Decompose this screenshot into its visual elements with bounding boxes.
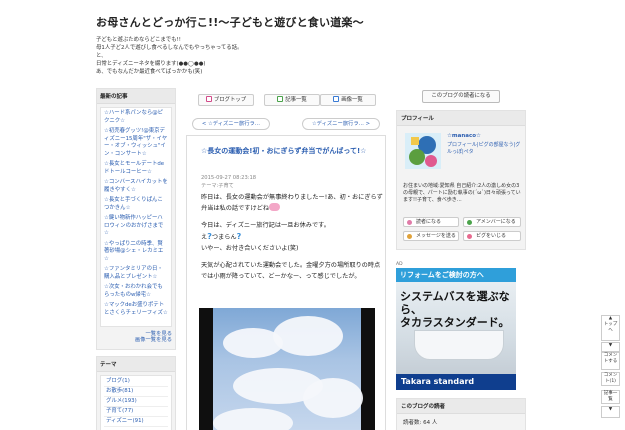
page-down-button[interactable]: ▼ — [601, 342, 620, 352]
profile-box: プロフィール ☆manaco☆ プロフィール|ピグの部屋なう|グルっぽ|ペタ お… — [396, 110, 526, 250]
image-icon — [333, 96, 340, 102]
article-photo[interactable] — [199, 308, 375, 430]
sky-photo-image — [213, 308, 363, 430]
profile-title: プロフィール — [397, 111, 525, 126]
prev-entry-link[interactable]: < ☆ディズニー旅行ラ… — [192, 118, 270, 130]
ad-image: システムバスを選ぶなら、 タカラスタンダード。 — [396, 282, 516, 374]
theme-item[interactable]: ブログ(1) — [104, 377, 168, 387]
article-paragraph: 天気が心配されていた運動会でした。金曜夕方の場所取りの時点では小雨が降っていて、… — [201, 262, 381, 280]
article-meta: 2015-09-27 08:23:18 テーマ:子育て — [201, 174, 256, 190]
pigg-icon — [467, 234, 472, 239]
recent-entry[interactable]: ☆長女とモールデートdeドトールコーヒー☆ — [104, 161, 168, 176]
theme-item[interactable]: ディズニー(91) — [104, 417, 168, 427]
image-list-button[interactable]: 画像一覧 — [320, 94, 376, 106]
recent-entry[interactable]: ☆コンバースハイカットを履きやすく☆ — [104, 179, 168, 194]
blog-title[interactable]: お母さんとどっか行こ!!〜子どもと遊びと食い道楽〜 — [96, 14, 546, 30]
recent-entry[interactable]: ☆長女と手づくりぱんこつかきん☆ — [104, 197, 168, 212]
recent-entry[interactable]: ☆次女・おわかれ会でもらったものw帰宅☆ — [104, 284, 168, 299]
ad-headline: システムバスを選ぶなら、 タカラスタンダード。 — [400, 290, 510, 329]
reader-button[interactable]: 読者になる — [403, 217, 459, 227]
recent-entry[interactable]: ☆初売春グッツ!@東京ディズニー15周年"ザ・イヤー・オブ・ウィッシュ"イン・コ… — [104, 128, 168, 158]
page-down-button-2[interactable]: ▼ — [601, 406, 620, 418]
theme-item[interactable]: グルメ(193) — [104, 397, 168, 407]
comment-button[interactable]: コメントする — [601, 352, 620, 370]
blog-description: 子どもと遊ぶためならどこまでも!! 母1人子ど2人で遊びし食べるしなんでもやっち… — [96, 37, 243, 75]
article-date: 2015-09-27 08:23:18 — [201, 175, 257, 181]
recent-entries-box: 最新の記事 ☆ハード系パンなら@ピクニク☆ ☆初売春グッツ!@東京ディズニー15… — [96, 88, 176, 350]
home-icon — [205, 96, 212, 102]
recent-entries-title: 最新の記事 — [97, 89, 175, 104]
theme-box: テーマ ブログ(1) お散歩(81) グルメ(193) 子育て(77) ディズニ… — [96, 356, 176, 430]
article-body: 昨日は、長女の運動会が無事終わりましたー!あ、初・おにぎらず弁当は私の話ですけど… — [201, 192, 383, 288]
advertisement[interactable]: AD リフォームをご検討の方へ システムバスを選ぶなら、 タカラスタンダード。 … — [396, 262, 516, 390]
question-mark-icon: ? — [236, 232, 242, 241]
bathtub-image — [414, 330, 504, 360]
theme-item[interactable]: 子育て(77) — [104, 407, 168, 417]
avatar[interactable] — [405, 133, 441, 169]
comment-count[interactable]: コメント(1) — [601, 372, 620, 386]
next-entry-link[interactable]: ☆ディズニー旅行ラ… > — [302, 118, 380, 130]
article: ☆長女の運動会!初・おにぎらず弁当でがんばって!☆ 2015-09-27 08:… — [186, 135, 386, 430]
profile-links[interactable]: プロフィール|ピグの部屋なう|グルっぽ|ペタ — [447, 142, 523, 156]
mail-icon — [407, 234, 412, 239]
article-paragraph: 今日は、ディズニー旅行記は一旦お休みです。 え?つまらん? いやー、お付き合いく… — [201, 222, 330, 252]
profile-info: お住まいの地域:愛知県 自己紹介:2人の激しめ女の3の母親で、パートに励む執事の… — [403, 183, 521, 203]
entry-list-button[interactable]: 記事一覧 — [264, 94, 320, 106]
ad-label: AD — [396, 262, 403, 267]
blog-header: お母さんとどっか行こ!!〜子どもと遊びと食い道楽〜 子どもと遊ぶためならどこまで… — [96, 14, 546, 76]
recent-entry[interactable]: ☆鍵い物新作ハッピーハロウィンのおかげさまで☆ — [104, 215, 168, 238]
profile-name[interactable]: ☆manaco☆ — [447, 133, 481, 139]
ad-brand: Takara standard — [396, 374, 516, 390]
become-reader-button[interactable]: このブログの読者になる — [422, 90, 500, 103]
arrow-down-icon: ▼ — [608, 343, 613, 348]
image-list-link[interactable]: 画像一覧を見る — [97, 336, 175, 344]
reader-icon — [407, 220, 412, 225]
theme-title: テーマ — [97, 357, 175, 372]
blog-top-button[interactable]: ブログトップ — [198, 94, 254, 106]
bento-emoji-icon — [269, 203, 281, 211]
pigg-button[interactable]: ピグをいじる — [463, 231, 521, 241]
theme-item[interactable]: お散歩(81) — [104, 387, 168, 397]
readers-title: このブログの読者 — [397, 399, 525, 414]
article-paragraph: 昨日は、長女の運動会が無事終わりましたー!あ、初・おにぎらず弁当は私の話ですけど… — [201, 194, 383, 212]
readers-count: 読者数: 64 人 — [403, 420, 438, 426]
message-button[interactable]: メッセージを送る — [403, 231, 459, 241]
entry-list-float-button[interactable]: 記事一覧 — [601, 390, 620, 404]
article-theme: テーマ:子育て — [201, 183, 234, 189]
recent-entries-list: ☆ハード系パンなら@ピクニク☆ ☆初売春グッツ!@東京ディズニー15周年"ザ・イ… — [100, 107, 172, 327]
theme-list: ブログ(1) お散歩(81) グルメ(193) 子育て(77) ディズニー(91… — [100, 375, 172, 430]
list-icon — [277, 96, 284, 102]
chevron-right-icon: > — [365, 121, 371, 127]
chevron-left-icon: < — [201, 121, 207, 127]
recent-entry[interactable]: ☆マックdeお盛りポテトとさくらチェリーフィズ☆ — [104, 302, 168, 317]
recent-entry[interactable]: ☆ファンタミリアの日・購入品とプレゼント☆ — [104, 266, 168, 281]
arrow-down-icon: ▼ — [608, 407, 613, 412]
recent-entry[interactable]: ☆ハード系パンなら@ピクニク☆ — [104, 110, 168, 125]
readers-box: このブログの読者 読者数: 64 人 — [396, 398, 526, 430]
amember-button[interactable]: アメンバーになる — [463, 217, 521, 227]
amember-icon — [467, 220, 472, 225]
page-top-button[interactable]: ▲ トップへ — [601, 315, 620, 341]
ad-top-banner: リフォームをご検討の方へ — [396, 268, 516, 282]
recent-entry[interactable]: ☆やっぱり二の時季、賢著砂場@シェ・レカミエ☆ — [104, 241, 168, 264]
article-title[interactable]: ☆長女の運動会!初・おにぎらず弁当でがんばって!☆ — [201, 146, 379, 157]
